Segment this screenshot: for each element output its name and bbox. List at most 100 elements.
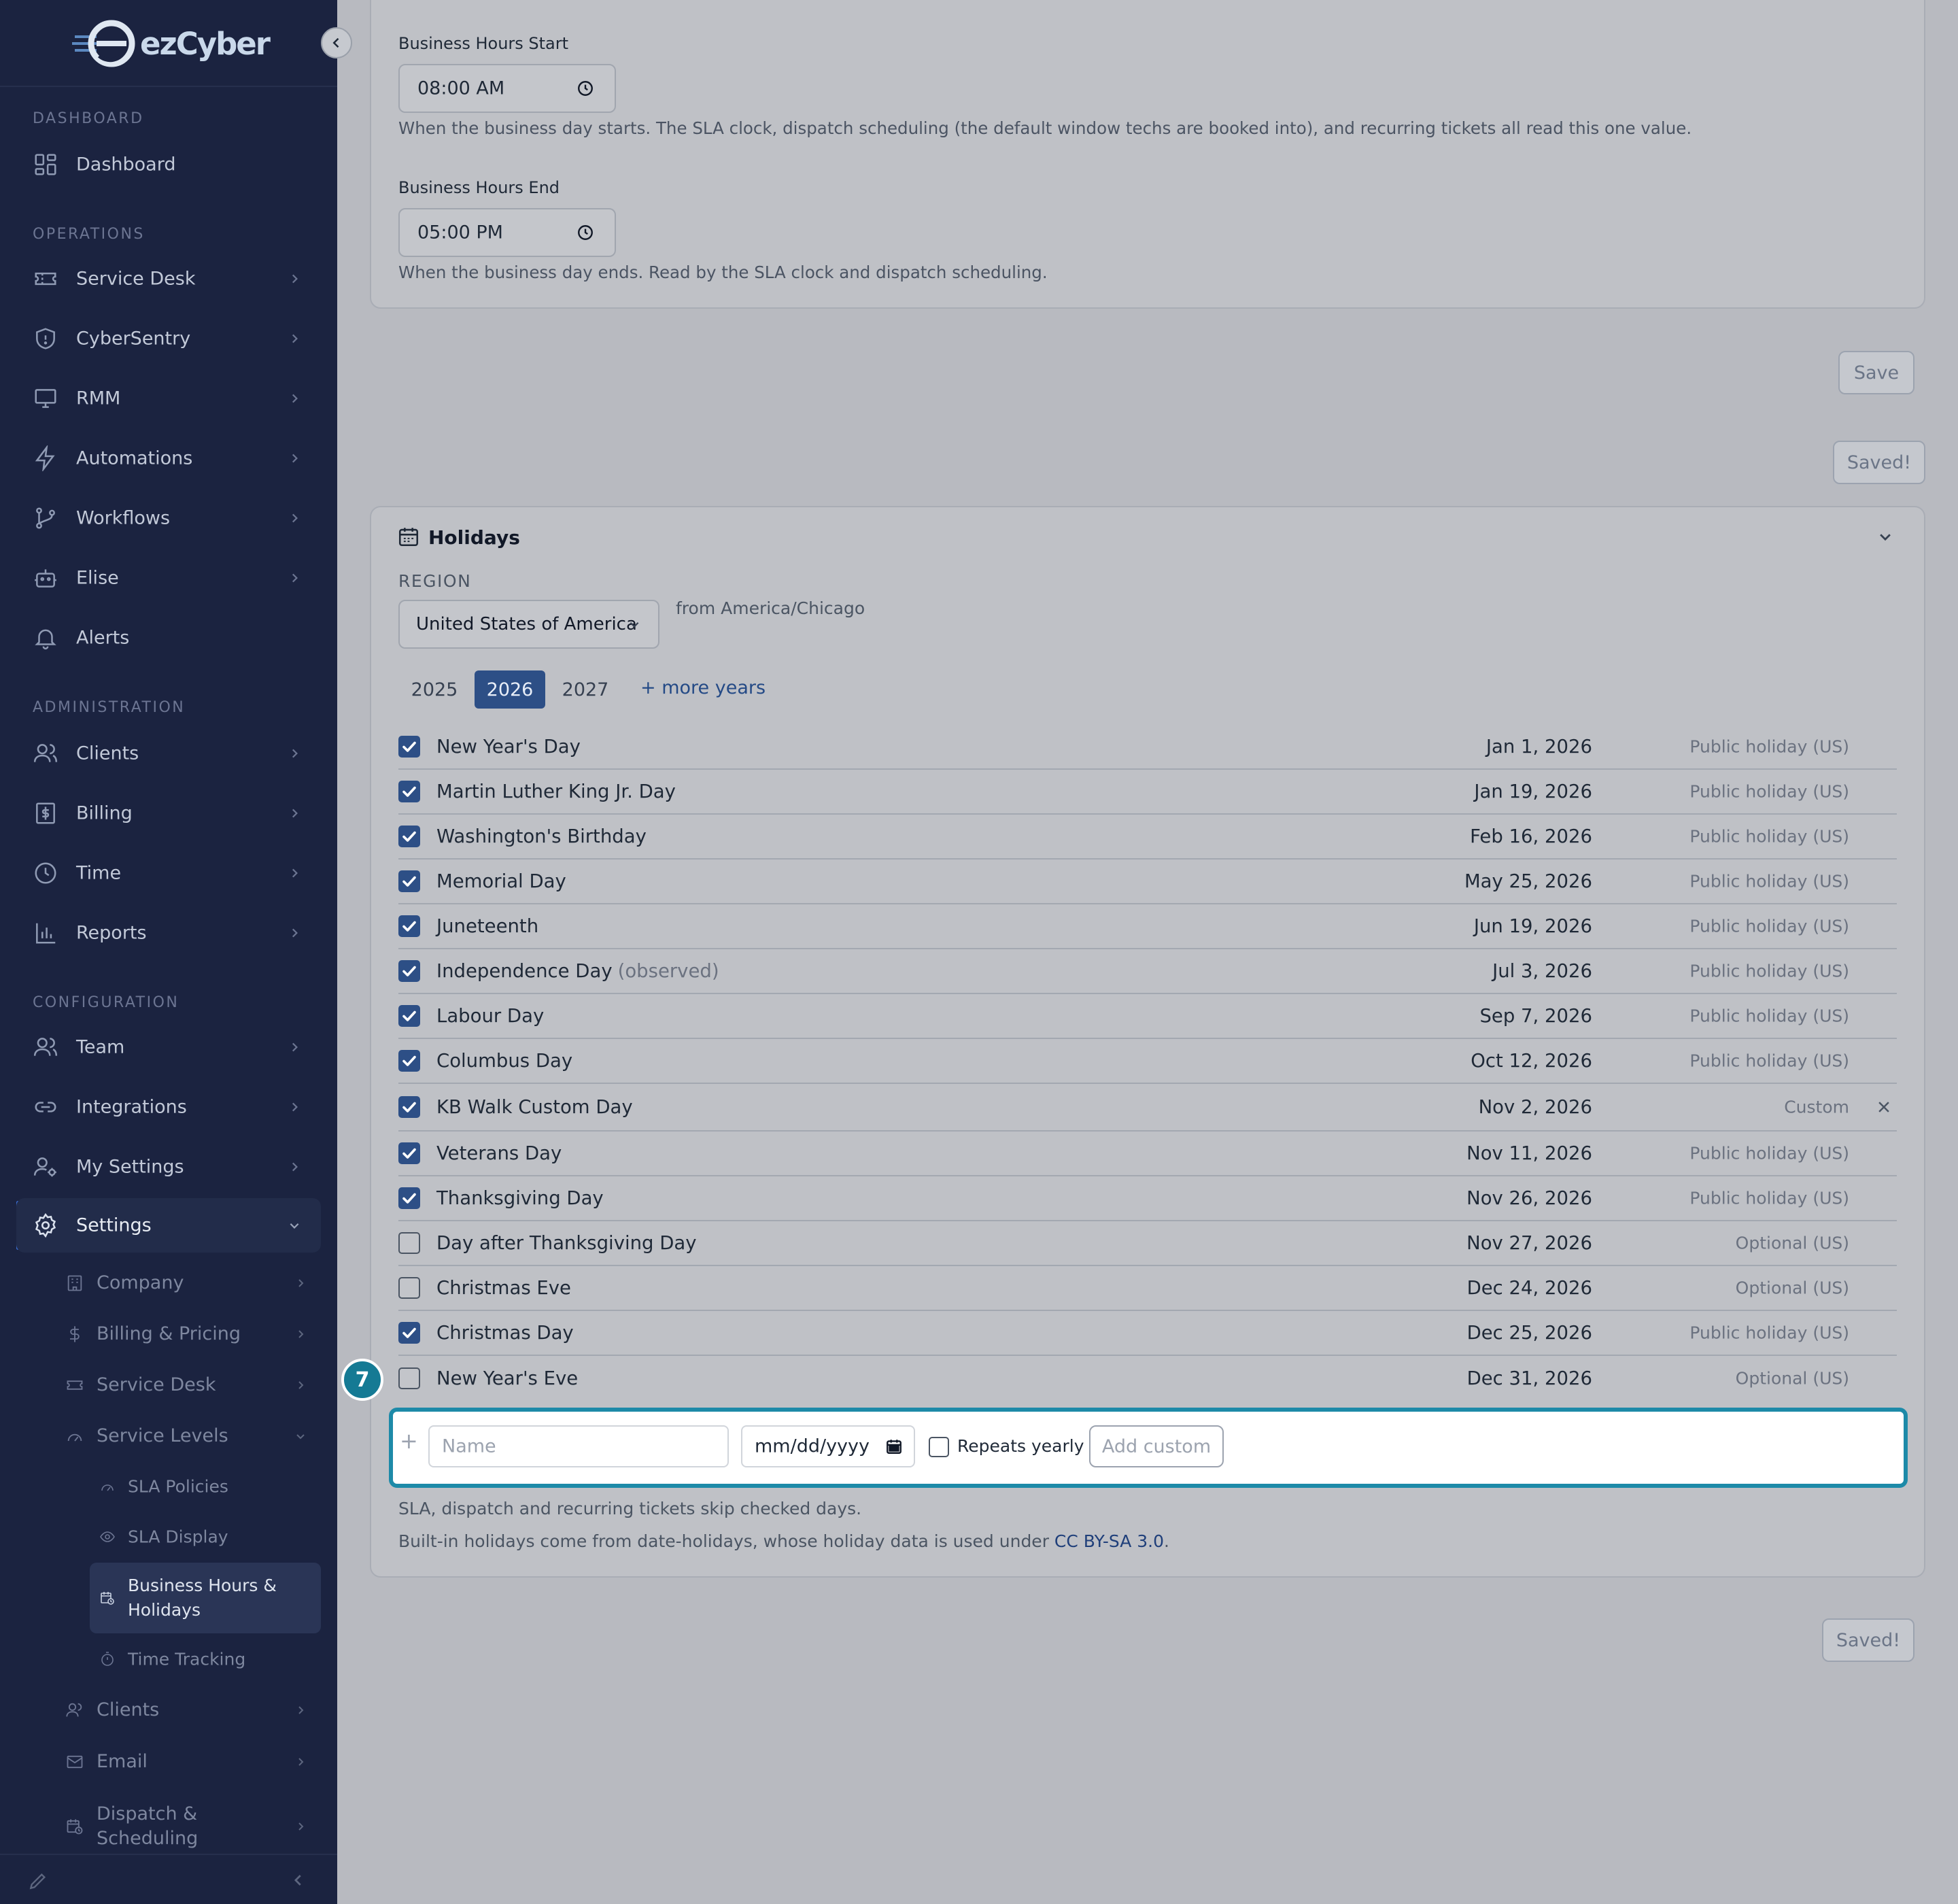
monitor-icon: [35, 389, 56, 408]
holiday-name: Day after Thanksgiving Day: [436, 1232, 697, 1254]
nav-time[interactable]: Time: [0, 846, 337, 900]
holiday-row: Juneteenth Jun 19, 2026 Public holiday (US…: [398, 904, 1897, 949]
calendar-picker-icon[interactable]: [885, 1438, 903, 1455]
chevron-down-icon[interactable]: [1878, 529, 1893, 544]
subnav-service-desk[interactable]: Service Desk: [0, 1361, 337, 1409]
region-select[interactable]: United States of America: [398, 600, 659, 649]
mail-icon: [67, 1755, 83, 1769]
user-cog-icon: [33, 1157, 56, 1177]
subnav-email[interactable]: Email: [0, 1738, 337, 1786]
holiday-checkbox[interactable]: [398, 1142, 420, 1164]
holiday-type: Public holiday (US): [1689, 781, 1849, 802]
subnav-label: Service Levels: [97, 1425, 228, 1446]
holiday-name: Labour Day: [436, 1005, 544, 1027]
subnav-company[interactable]: Company: [0, 1259, 337, 1307]
holiday-checkbox[interactable]: [398, 736, 420, 758]
holiday-name: Memorial Day: [436, 870, 566, 892]
holiday-row: Christmas Day Dec 25, 2026 Public holiday …: [398, 1311, 1897, 1356]
holiday-checkbox[interactable]: [398, 1322, 420, 1344]
divider: [0, 86, 337, 87]
nav-billing[interactable]: Billing: [0, 786, 337, 840]
holiday-checkbox[interactable]: [398, 1096, 420, 1118]
subnav-service-levels[interactable]: Service Levels: [0, 1412, 337, 1460]
clock-icon[interactable]: [577, 80, 594, 97]
name-placeholder: Name: [442, 1435, 496, 1457]
nav-reports[interactable]: Reports: [0, 906, 337, 960]
holiday-checkbox[interactable]: [398, 1232, 420, 1254]
nav-dashboard[interactable]: Dashboard: [0, 137, 337, 192]
custom-holiday-date-input[interactable]: mm/dd/yyyy: [741, 1425, 915, 1467]
subnav-label: Company: [97, 1272, 184, 1293]
remove-holiday-button[interactable]: [1876, 1100, 1891, 1115]
holiday-checkbox[interactable]: [398, 870, 420, 892]
subnav-dispatch-scheduling[interactable]: Dispatch & Scheduling: [0, 1799, 337, 1854]
check-icon: [402, 786, 416, 797]
holiday-checkbox[interactable]: [398, 1050, 420, 1072]
holiday-row: Veterans Day Nov 11, 2026 Public holiday (…: [398, 1132, 1897, 1176]
holiday-type: Public holiday (US): [1689, 1143, 1849, 1163]
nav-clients[interactable]: Clients: [0, 726, 337, 781]
subnav-clients[interactable]: Clients: [0, 1686, 337, 1734]
nav-cybersentry[interactable]: CyberSentry: [0, 311, 337, 366]
collapse-sidebar-icon[interactable]: [291, 1873, 306, 1888]
holiday-checkbox[interactable]: [398, 1277, 420, 1299]
holiday-row: Day after Thanksgiving Day Nov 27, 2026 Op…: [398, 1221, 1897, 1266]
nav-workflows[interactable]: Workflows: [0, 491, 337, 545]
holiday-checkbox[interactable]: [398, 781, 420, 802]
nav-service-desk[interactable]: Service Desk: [0, 252, 337, 306]
sidebar-toggle-button[interactable]: [321, 27, 352, 58]
lightning-icon: [35, 445, 55, 471]
year-tab-2026[interactable]: 2026: [475, 670, 545, 709]
holiday-type: Public holiday (US): [1689, 871, 1849, 891]
holiday-checkbox[interactable]: [398, 915, 420, 937]
subnav-billing-pricing[interactable]: Billing & Pricing: [0, 1310, 337, 1358]
business-hours-end-label: Business Hours End: [398, 178, 560, 197]
nav-settings[interactable]: Settings: [16, 1198, 321, 1253]
saved-status-button[interactable]: Saved!: [1833, 441, 1925, 484]
subnav-business-hours-holidays[interactable]: Business Hours & Holidays: [90, 1563, 321, 1633]
business-hours-start-input[interactable]: 08:00 AM: [398, 64, 616, 113]
holiday-checkbox[interactable]: [398, 960, 420, 982]
holiday-checkbox[interactable]: [398, 1187, 420, 1209]
holiday-date: Nov 2, 2026: [1478, 1096, 1592, 1118]
clock-icon[interactable]: [577, 224, 594, 241]
year-tab-2025[interactable]: 2025: [404, 670, 465, 709]
calendar-clock-icon: [101, 1592, 114, 1605]
subnav-sla-display[interactable]: SLA Display: [0, 1513, 337, 1561]
custom-holiday-name-input[interactable]: Name: [428, 1425, 729, 1467]
repeats-yearly-checkbox[interactable]: [929, 1437, 949, 1457]
holiday-name-text: Memorial Day: [436, 870, 566, 892]
nav-label: RMM: [76, 388, 121, 409]
nav-integrations[interactable]: Integrations: [0, 1080, 337, 1134]
ticket-icon: [35, 272, 56, 286]
nav-label: Service Desk: [76, 268, 196, 290]
holiday-name: Columbus Day: [436, 1050, 572, 1072]
more-years-link[interactable]: + more years: [640, 677, 766, 698]
nav-elise[interactable]: Elise: [0, 551, 337, 605]
subnav-time-tracking[interactable]: Time Tracking: [0, 1635, 337, 1683]
add-custom-button[interactable]: Add custom: [1089, 1425, 1224, 1467]
brand-logo[interactable]: ezCyber: [72, 16, 271, 71]
saved-status-button[interactable]: Saved!: [1822, 1618, 1914, 1662]
business-hours-end-input[interactable]: 05:00 PM: [398, 208, 616, 257]
nav-my-settings[interactable]: My Settings: [0, 1140, 337, 1194]
pencil-icon[interactable]: [27, 1870, 49, 1892]
holiday-checkbox[interactable]: [398, 1367, 420, 1389]
nav-label: Dashboard: [76, 154, 176, 175]
holiday-type: Public holiday (US): [1689, 1006, 1849, 1026]
holiday-row: New Year's Day Jan 1, 2026 Public holiday …: [398, 725, 1897, 770]
dashboard-icon: [35, 154, 56, 175]
save-button[interactable]: Save: [1838, 351, 1914, 394]
nav-automations[interactable]: Automations: [0, 431, 337, 486]
cc-license-link[interactable]: CC BY-SA 3.0: [1054, 1531, 1164, 1551]
nav-alerts[interactable]: Alerts: [0, 611, 337, 665]
nav-team[interactable]: Team: [0, 1020, 337, 1074]
holiday-name-text: Washington's Birthday: [436, 826, 647, 847]
nav-rmm[interactable]: RMM: [0, 371, 337, 426]
year-tab-2027[interactable]: 2027: [555, 670, 616, 709]
date-placeholder: mm/dd/yyyy: [755, 1435, 870, 1457]
holiday-type: Public holiday (US): [1689, 1188, 1849, 1208]
holiday-checkbox[interactable]: [398, 826, 420, 847]
holiday-checkbox[interactable]: [398, 1005, 420, 1027]
subnav-sla-policies[interactable]: SLA Policies: [0, 1463, 337, 1510]
